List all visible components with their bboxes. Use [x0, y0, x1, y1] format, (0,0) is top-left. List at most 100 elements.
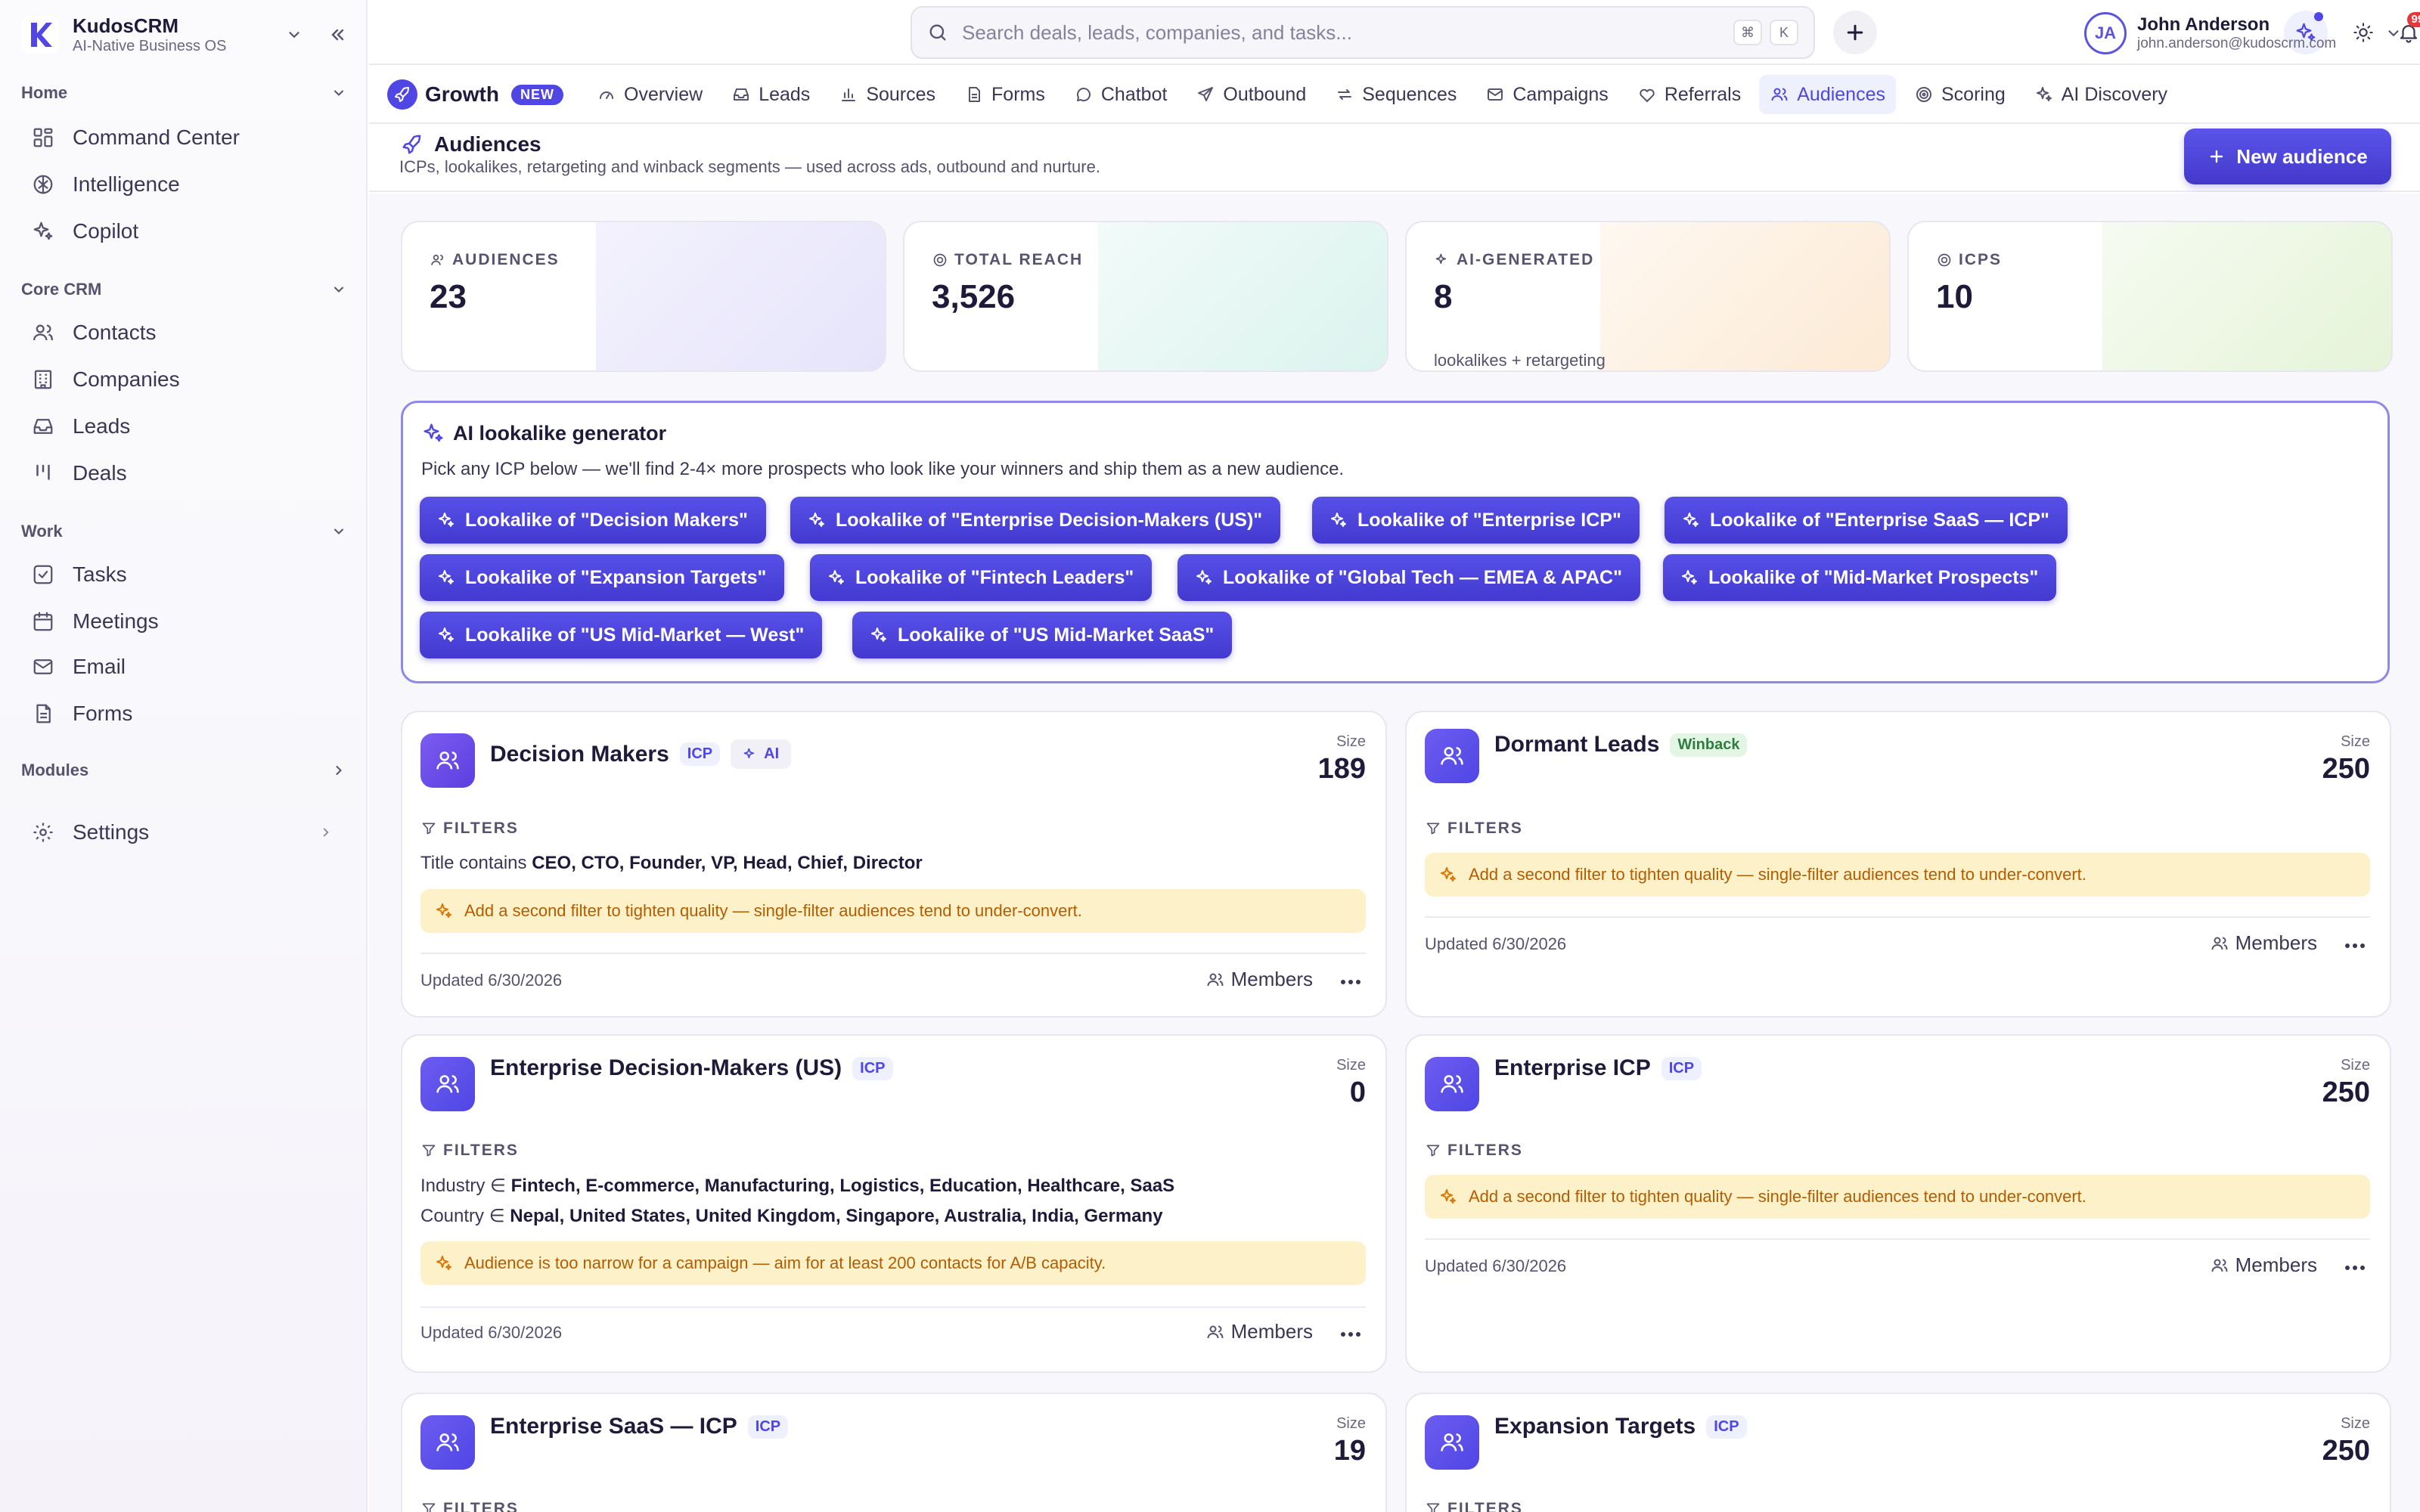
- users-icon: [30, 320, 56, 345]
- lookalike-chip[interactable]: Lookalike of "Enterprise Decision-Makers…: [790, 497, 1281, 544]
- tab-forms[interactable]: Forms: [954, 75, 1056, 114]
- sidebar-section-modules[interactable]: Modules: [21, 761, 346, 780]
- tab-leads[interactable]: Leads: [721, 75, 821, 114]
- lookalike-chip[interactable]: Lookalike of "Expansion Targets": [420, 554, 785, 601]
- more-options-icon[interactable]: [2340, 934, 2370, 957]
- user-menu[interactable]: JA John Anderson john.anderson@kudoscrm.…: [2084, 11, 2402, 56]
- lookalike-chip[interactable]: Lookalike of "US Mid-Market — West": [420, 612, 823, 658]
- tab-outbound[interactable]: Outbound: [1185, 75, 1317, 114]
- lookalike-chip[interactable]: Lookalike of "Enterprise ICP": [1312, 497, 1640, 544]
- audience-card-enterprise-saas-icp[interactable]: Enterprise SaaS — ICP ICP Size 19 FILTER…: [401, 1393, 1387, 1512]
- stat-glow: [2102, 222, 2391, 370]
- tab-label: Scoring: [1941, 83, 2006, 105]
- collapse-sidebar-icon[interactable]: [328, 26, 346, 44]
- tab-campaigns[interactable]: Campaigns: [1475, 75, 1618, 114]
- updated-date: Updated 6/30/2026: [1425, 1256, 1567, 1275]
- sidebar-section-home[interactable]: Home: [21, 83, 346, 103]
- tab-sequences[interactable]: Sequences: [1324, 75, 1467, 114]
- lookalike-chip[interactable]: Lookalike of "US Mid-Market SaaS": [852, 612, 1233, 658]
- more-options-icon[interactable]: [2340, 1256, 2370, 1279]
- tab-label: Outbound: [1223, 83, 1307, 105]
- lookalike-chip[interactable]: Lookalike of "Fintech Leaders": [810, 554, 1153, 601]
- filter-icon: [420, 1501, 437, 1512]
- sidebar-item-intelligence[interactable]: Intelligence: [30, 165, 348, 204]
- tab-label: Audiences: [1797, 83, 1885, 105]
- warning-text: Add a second filter to tighten quality —…: [464, 901, 1082, 920]
- search-bar[interactable]: Search deals, leads, companies, and task…: [911, 6, 1815, 59]
- size-value: 250: [2322, 1435, 2370, 1467]
- sidebar-item-contacts[interactable]: Contacts: [30, 313, 348, 352]
- lookalike-chip[interactable]: Lookalike of "Decision Makers": [420, 497, 766, 544]
- filter-icon: [1425, 1501, 1441, 1512]
- audience-card-decision-makers[interactable]: Decision Makers ICP AI Size 189 FILTERS …: [401, 711, 1387, 1018]
- lookalike-chip[interactable]: Lookalike of "Enterprise SaaS — ICP": [1665, 497, 2068, 544]
- audience-name: Dormant Leads: [1494, 732, 1660, 757]
- brand-name: KudosCRM: [73, 14, 179, 37]
- chevron-down-icon: [331, 524, 346, 539]
- sidebar-section-core-crm[interactable]: Core CRM: [21, 280, 346, 299]
- sidebar-item-companies[interactable]: Companies: [30, 360, 348, 399]
- stat-card-ai-generated: AI-GENERATED 8 lookalikes + retargeting: [1405, 221, 1891, 372]
- tab-sources[interactable]: Sources: [828, 75, 946, 114]
- lookalike-chip-label: Lookalike of "Global Tech — EMEA & APAC": [1223, 566, 1622, 588]
- gift-icon: [1637, 85, 1657, 104]
- lookalike-chip[interactable]: Lookalike of "Mid-Market Prospects": [1663, 554, 2057, 601]
- sidebar-item-meetings[interactable]: Meetings: [30, 602, 348, 641]
- updated-date: Updated 6/30/2026: [1425, 934, 1567, 953]
- search-input[interactable]: Search deals, leads, companies, and task…: [962, 21, 1726, 45]
- audience-card-enterprise-decision-makers-us[interactable]: Enterprise Decision-Makers (US) ICP Size…: [401, 1034, 1387, 1373]
- sidebar-item-copilot[interactable]: Copilot: [30, 212, 348, 251]
- sidebar-item-deals[interactable]: Deals: [30, 454, 348, 493]
- quick-add-button[interactable]: [1833, 11, 1877, 54]
- sidebar-item-leads[interactable]: Leads: [30, 407, 348, 446]
- gauge-icon: [597, 85, 616, 104]
- kbd-k: K: [1770, 20, 1798, 45]
- members-button[interactable]: Members: [2210, 1253, 2317, 1277]
- kudos-logo-icon[interactable]: [21, 16, 59, 54]
- members-button[interactable]: Members: [2210, 931, 2317, 955]
- filter-field: Industry ∈: [420, 1176, 506, 1196]
- bar-chart-icon: [839, 85, 858, 104]
- audience-card-enterprise-icp[interactable]: Enterprise ICP ICP Size 250 FILTERS Add …: [1405, 1034, 2391, 1373]
- mail-icon: [30, 654, 56, 680]
- tab-scoring[interactable]: Scoring: [1903, 75, 2016, 114]
- sidebar-item-command-center[interactable]: Command Center: [30, 118, 348, 157]
- audience-card-dormant-leads[interactable]: Dormant Leads Winback Size 250 FILTERS A…: [1405, 711, 2391, 1018]
- sidebar-item-settings[interactable]: Settings: [30, 813, 348, 852]
- audience-icon: [420, 733, 475, 788]
- sidebar-item-forms[interactable]: Forms: [30, 694, 348, 733]
- members-button[interactable]: Members: [1205, 1320, 1313, 1343]
- tab-ai-discovery[interactable]: AI Discovery: [2024, 75, 2178, 114]
- sparkle-icon: [827, 568, 846, 587]
- more-options-icon[interactable]: [1336, 1323, 1366, 1346]
- winback-tag: Winback: [1670, 733, 1748, 757]
- chevron-down-icon[interactable]: [286, 26, 302, 43]
- more-options-icon[interactable]: [1336, 971, 1366, 993]
- tab-overview[interactable]: Overview: [586, 75, 713, 114]
- tab-audiences[interactable]: Audiences: [1759, 75, 1896, 114]
- sidebar-section-work[interactable]: Work: [21, 522, 346, 541]
- members-label: Members: [2235, 931, 2317, 954]
- lookalike-chip-label: Lookalike of "Enterprise SaaS — ICP": [1710, 509, 2049, 531]
- module-tabs: Growth NEW Overview Leads Sources Forms …: [369, 67, 2420, 124]
- lookalike-chip[interactable]: Lookalike of "Global Tech — EMEA & APAC": [1177, 554, 1640, 601]
- audience-card-expansion-targets[interactable]: Expansion Targets ICP Size 250 FILTERS: [1405, 1393, 2391, 1512]
- filter-values: Fintech, E-commerce, Manufacturing, Logi…: [510, 1176, 1175, 1196]
- members-button[interactable]: Members: [1205, 968, 1313, 991]
- size-value: 250: [2322, 1077, 2370, 1108]
- tab-label: Sources: [866, 83, 936, 105]
- sidebar-item-tasks[interactable]: Tasks: [30, 555, 348, 594]
- kbd-cmd: ⌘: [1733, 20, 1762, 45]
- rocket-icon: [399, 132, 425, 157]
- filter-field: Country ∈: [420, 1206, 505, 1226]
- sidebar-item-label: Settings: [73, 820, 150, 844]
- size-label: Size: [1336, 733, 1366, 750]
- users-icon: [2210, 1256, 2229, 1275]
- module-switcher[interactable]: Growth NEW: [387, 79, 563, 110]
- sparkle-icon: [421, 421, 445, 445]
- tab-chatbot[interactable]: Chatbot: [1063, 75, 1178, 114]
- new-audience-button[interactable]: New audience: [2184, 129, 2391, 184]
- icp-tag: ICP: [679, 742, 721, 766]
- sidebar-item-email[interactable]: Email: [30, 647, 348, 686]
- tab-referrals[interactable]: Referrals: [1627, 75, 1751, 114]
